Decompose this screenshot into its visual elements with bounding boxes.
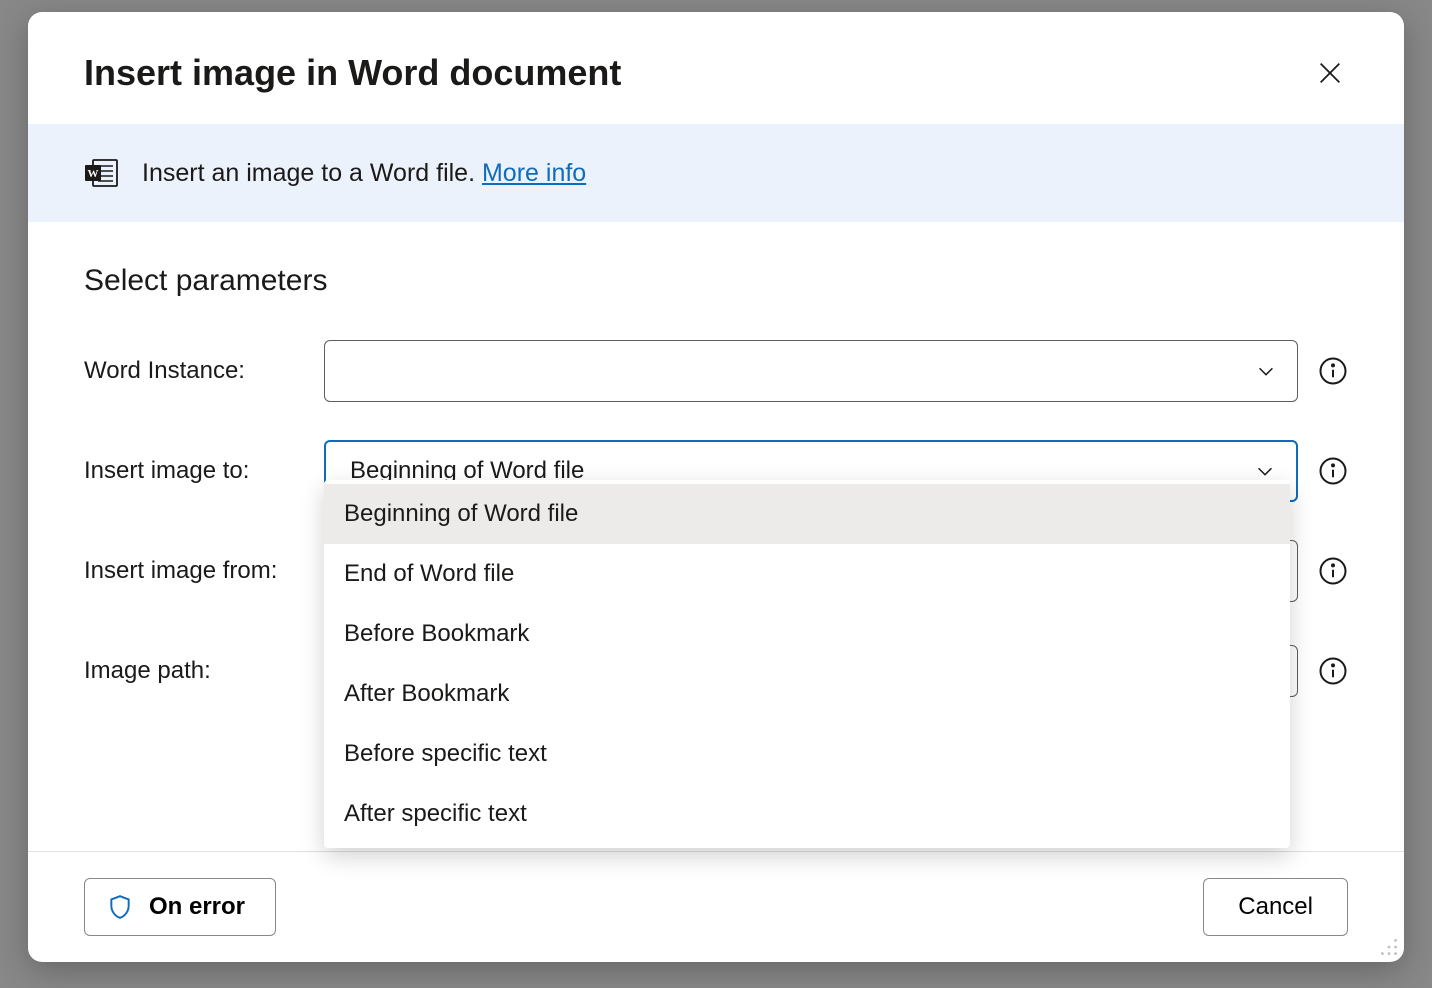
dropdown-option[interactable]: End of Word file: [324, 544, 1290, 604]
insert-from-label: Insert image from:: [84, 557, 304, 585]
on-error-button[interactable]: On error: [84, 878, 276, 936]
image-path-label: Image path:: [84, 657, 304, 685]
section-title: Select parameters: [84, 264, 1348, 298]
param-row-word-instance: Word Instance:: [84, 340, 1348, 402]
dropdown-option[interactable]: After Bookmark: [324, 664, 1290, 724]
banner-text: Insert an image to a Word file. More inf…: [142, 159, 586, 188]
insert-to-info[interactable]: [1318, 456, 1348, 486]
word-instance-dropdown[interactable]: [324, 340, 1298, 402]
chevron-down-icon: [1255, 360, 1277, 382]
cancel-button[interactable]: Cancel: [1203, 878, 1348, 936]
info-icon: [1318, 356, 1348, 386]
cancel-label: Cancel: [1238, 893, 1313, 920]
content-area: Select parameters Word Instance: Insert …: [28, 222, 1404, 851]
info-icon: [1318, 556, 1348, 586]
more-info-link[interactable]: More info: [482, 159, 586, 187]
on-error-label: On error: [149, 893, 245, 921]
resize-grip-icon[interactable]: [1378, 936, 1400, 958]
close-button[interactable]: [1312, 55, 1348, 91]
word-instance-label: Word Instance:: [84, 357, 304, 385]
info-banner: W Insert an image to a Word file. More i…: [28, 124, 1404, 222]
info-icon: [1318, 656, 1348, 686]
banner-description: Insert an image to a Word file.: [142, 159, 482, 187]
word-icon: W: [84, 158, 118, 188]
dropdown-option[interactable]: Beginning of Word file: [324, 484, 1290, 544]
chevron-down-icon: [1254, 460, 1276, 482]
svg-text:W: W: [88, 168, 99, 180]
image-path-info[interactable]: [1318, 656, 1348, 686]
word-instance-info[interactable]: [1318, 356, 1348, 386]
close-icon: [1316, 59, 1344, 87]
insert-from-info[interactable]: [1318, 556, 1348, 586]
modal-header: Insert image in Word document: [28, 12, 1404, 124]
modal-dialog: Insert image in Word document W Insert a…: [28, 12, 1404, 962]
shield-icon: [107, 894, 133, 920]
dropdown-option[interactable]: After specific text: [324, 784, 1290, 844]
modal-footer: On error Cancel: [28, 851, 1404, 962]
dropdown-option[interactable]: Before specific text: [324, 724, 1290, 784]
dropdown-option[interactable]: Before Bookmark: [324, 604, 1290, 664]
insert-to-label: Insert image to:: [84, 457, 304, 485]
info-icon: [1318, 456, 1348, 486]
insert-to-dropdown-list: Beginning of Word file End of Word file …: [324, 480, 1290, 848]
modal-title: Insert image in Word document: [84, 52, 621, 94]
